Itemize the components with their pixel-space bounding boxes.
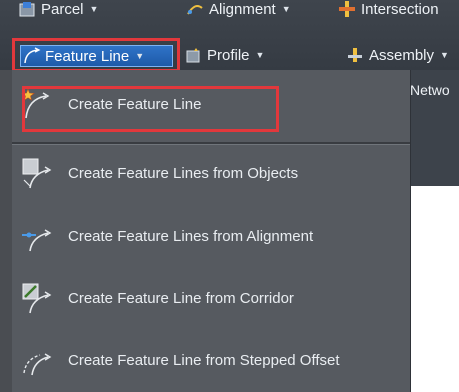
create-feature-line-highlight	[22, 86, 279, 132]
parcel-label: Parcel	[41, 0, 84, 18]
network-label: Netwo	[410, 82, 450, 98]
alignment-label: Alignment	[209, 0, 276, 18]
intersection-button[interactable]: Intersection	[338, 0, 439, 20]
menu-item-label: Create Feature Lines from Objects	[68, 164, 299, 182]
assembly-button[interactable]: Assembly ▼	[346, 44, 449, 66]
profile-button[interactable]: Profile ▼	[184, 44, 264, 66]
background-canvas	[410, 186, 459, 392]
parcel-button[interactable]: Parcel ▼	[18, 0, 98, 20]
chevron-down-icon: ▼	[281, 4, 291, 14]
feature-line-icon	[24, 47, 41, 64]
intersection-icon	[339, 1, 355, 17]
menu-item-create-feature-lines-from-objects[interactable]: Create Feature Lines from Objects	[12, 150, 410, 196]
parcel-icon	[19, 2, 35, 17]
profile-icon	[186, 48, 200, 63]
profile-label: Profile	[207, 46, 250, 64]
menu-item-label: Create Feature Line from Stepped Offset	[68, 351, 340, 369]
assembly-label: Assembly	[369, 46, 435, 64]
feature-line-from-alignment-icon	[22, 229, 52, 252]
alignment-button[interactable]: Alignment ▼	[186, 0, 291, 20]
menu-item-create-feature-lines-from-alignment[interactable]: Create Feature Lines from Alignment	[12, 213, 410, 259]
chevron-down-icon: ▼	[255, 50, 265, 60]
assembly-icon	[348, 48, 362, 62]
feature-line-label: Feature Line	[45, 47, 130, 65]
menu-item-create-feature-line-from-stepped-offset[interactable]: Create Feature Line from Stepped Offset	[12, 337, 410, 383]
feature-line-from-corridor-icon	[22, 283, 52, 314]
menu-item-label: Create Feature Lines from Alignment	[68, 227, 314, 245]
feature-line-stepped-offset-icon	[23, 353, 52, 376]
feature-line-button-highlight: Feature Line ▼	[12, 38, 180, 72]
menu-separator	[12, 142, 410, 145]
chevron-down-icon: ▼	[89, 4, 99, 14]
intersection-label: Intersection	[361, 0, 439, 18]
feature-line-from-objects-icon	[22, 158, 52, 189]
chevron-down-icon: ▼	[440, 50, 449, 60]
chevron-down-icon: ▼	[135, 51, 145, 61]
alignment-icon	[187, 5, 203, 15]
feature-line-dropdown-menu: Create Feature Line Create Feature Lines…	[12, 70, 411, 392]
menu-item-create-feature-line-from-corridor[interactable]: Create Feature Line from Corridor	[12, 275, 410, 321]
menu-item-label: Create Feature Line from Corridor	[68, 289, 294, 307]
feature-line-button[interactable]: Feature Line ▼	[20, 45, 173, 67]
